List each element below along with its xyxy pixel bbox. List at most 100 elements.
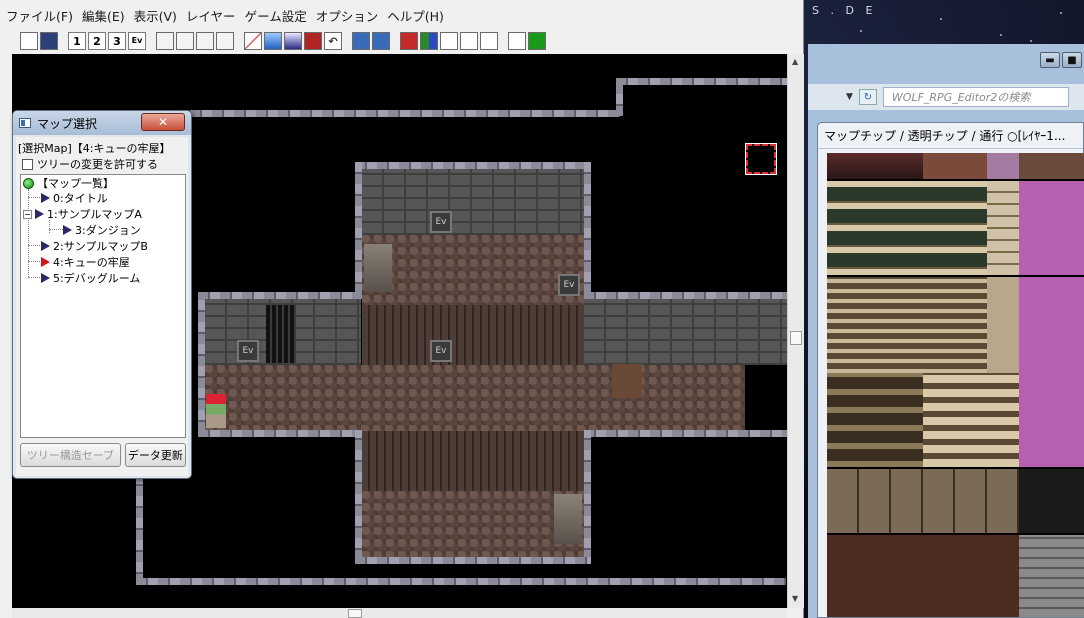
- menu-view[interactable]: 表示(V): [134, 6, 186, 25]
- floor-tile[interactable]: [827, 535, 1019, 617]
- menu-options[interactable]: オプション: [316, 6, 388, 25]
- toolbar-separator: [344, 32, 350, 50]
- menu-help[interactable]: ヘルプ(H): [387, 6, 453, 25]
- select-tool-icon[interactable]: [304, 32, 322, 50]
- tileset-icon[interactable]: [420, 32, 438, 50]
- event-marker[interactable]: Ev: [558, 274, 580, 296]
- tree-item-label: 2:サンプルマップB: [53, 240, 148, 253]
- event-marker[interactable]: Ev: [430, 211, 452, 233]
- maximize-button[interactable]: ■: [1062, 52, 1082, 68]
- tree-connector: [28, 189, 29, 277]
- layer-2-button[interactable]: 2: [88, 32, 106, 50]
- minimize-button[interactable]: ▬: [1040, 52, 1060, 68]
- tree-item-dungeon[interactable]: 3:ダンジョン: [63, 222, 141, 238]
- arch-tile[interactable]: [1019, 469, 1084, 533]
- tile[interactable]: [987, 153, 1019, 179]
- cracked-wall-tile[interactable]: [827, 373, 923, 467]
- tree-item-title[interactable]: 0:タイトル: [41, 190, 108, 206]
- refresh-icon[interactable]: ↻: [858, 89, 877, 105]
- shelf-tile[interactable]: [987, 181, 1019, 275]
- scroll-thumb[interactable]: [790, 331, 802, 345]
- drawer-tile[interactable]: [827, 469, 1019, 533]
- layer-3-button[interactable]: 3: [108, 32, 126, 50]
- horizontal-scrollbar[interactable]: [12, 608, 787, 618]
- tree-item-label: 5:デバッグルーム: [53, 272, 141, 285]
- tree-item-sample-map-b[interactable]: 2:サンプルマップB: [41, 238, 148, 254]
- update-data-button[interactable]: データ更新: [124, 443, 186, 467]
- wall: [355, 430, 362, 560]
- map-tree[interactable]: 【マップ一覧】 0:タイトル − 1:サンプルマップA 3:ダンジョン 2:サン…: [20, 174, 186, 438]
- pillar-tile[interactable]: [1019, 373, 1084, 467]
- pillar-tile[interactable]: [1019, 277, 1084, 373]
- desktop-corner-text: S . D E: [812, 4, 877, 17]
- wall: [584, 430, 591, 560]
- tile[interactable]: [923, 373, 1019, 467]
- dialog-titlebar[interactable]: マップ選択 ✕: [13, 111, 191, 135]
- star: [940, 18, 942, 20]
- hscroll-thumb[interactable]: [348, 609, 362, 618]
- tree-item-root[interactable]: 【マップ一覧】: [23, 175, 114, 191]
- system-db-icon[interactable]: [400, 32, 418, 50]
- pencil-icon[interactable]: [244, 32, 262, 50]
- search-input[interactable]: WOLF_RPG_Editor2の検索: [882, 87, 1069, 107]
- wall: [616, 78, 787, 85]
- toolbar: 1 2 3 Ev ↶: [0, 28, 804, 54]
- zoom-3-icon[interactable]: [196, 32, 214, 50]
- dialog-buttons: ツリー構造セーブ データ更新: [20, 443, 186, 469]
- wall: [616, 80, 623, 116]
- save-tree-button[interactable]: ツリー構造セーブ: [20, 443, 121, 467]
- crate: [612, 364, 642, 398]
- zoom-2-icon[interactable]: [176, 32, 194, 50]
- tile[interactable]: [1019, 153, 1084, 179]
- save-icon[interactable]: [40, 32, 58, 50]
- stone-floor: [362, 491, 584, 557]
- event-layer-button[interactable]: Ev: [128, 32, 146, 50]
- game-settings-icon[interactable]: [508, 32, 526, 50]
- tools-icon[interactable]: [440, 32, 458, 50]
- bookshelf-tile[interactable]: [827, 181, 987, 275]
- tile-palette[interactable]: [827, 153, 1084, 617]
- undo-icon[interactable]: ↶: [324, 32, 342, 50]
- wood-wall-tile[interactable]: [827, 277, 987, 373]
- allow-tree-change-checkbox[interactable]: [22, 158, 33, 170]
- event-marker[interactable]: Ev: [237, 340, 259, 362]
- dialog-title: マップ選択: [37, 116, 98, 131]
- chevron-down-icon[interactable]: ▼: [846, 92, 853, 102]
- stone-tile[interactable]: [1019, 535, 1084, 617]
- tree-item-sample-map-a[interactable]: − 1:サンプルマップA: [23, 206, 142, 222]
- menu-file[interactable]: ファイル(F): [6, 6, 82, 25]
- vertical-scrollbar[interactable]: ▲ ▼: [787, 54, 804, 608]
- layer-1-button[interactable]: 1: [68, 32, 86, 50]
- menu-bar: ファイル(F) 編集(E) 表示(V) レイヤー ゲーム設定 オプション ヘルプ…: [0, 4, 804, 26]
- zoom-4-icon[interactable]: [216, 32, 234, 50]
- tree-item-debug-room[interactable]: 5:デバッグルーム: [41, 270, 140, 286]
- zoom-1-icon[interactable]: [156, 32, 174, 50]
- map-settings-icon[interactable]: [480, 32, 498, 50]
- tile[interactable]: [987, 277, 1019, 373]
- event-marker[interactable]: Ev: [430, 340, 452, 362]
- wall: [190, 110, 620, 117]
- common-event-icon[interactable]: [372, 32, 390, 50]
- tile[interactable]: [827, 153, 923, 179]
- toolbar-separator: [236, 32, 242, 50]
- tile[interactable]: [923, 153, 987, 179]
- tree-item-label: 【マップ一覧】: [37, 177, 114, 190]
- database-icon[interactable]: [352, 32, 370, 50]
- menu-edit[interactable]: 編集(E): [82, 6, 134, 25]
- scroll-up-arrow-icon[interactable]: ▲: [792, 57, 798, 66]
- fill-bucket-icon[interactable]: [264, 32, 282, 50]
- rectangle-tool-icon[interactable]: [284, 32, 302, 50]
- scroll-down-arrow-icon[interactable]: ▼: [792, 594, 798, 603]
- allow-tree-change-row[interactable]: ツリーの変更を許可する: [22, 156, 158, 172]
- statue-tile[interactable]: [1019, 181, 1084, 275]
- test-play-icon[interactable]: [528, 32, 546, 50]
- tree-item-cue-prison[interactable]: 4:キューの牢屋: [41, 254, 130, 270]
- wall: [355, 557, 591, 564]
- character-icon[interactable]: [460, 32, 478, 50]
- new-file-icon[interactable]: [20, 32, 38, 50]
- close-button[interactable]: ✕: [141, 113, 185, 131]
- menu-layer[interactable]: レイヤー: [186, 6, 245, 25]
- menu-game-settings[interactable]: ゲーム設定: [245, 6, 316, 25]
- window-icon: [19, 118, 31, 128]
- collapse-toggle-icon[interactable]: −: [23, 209, 32, 219]
